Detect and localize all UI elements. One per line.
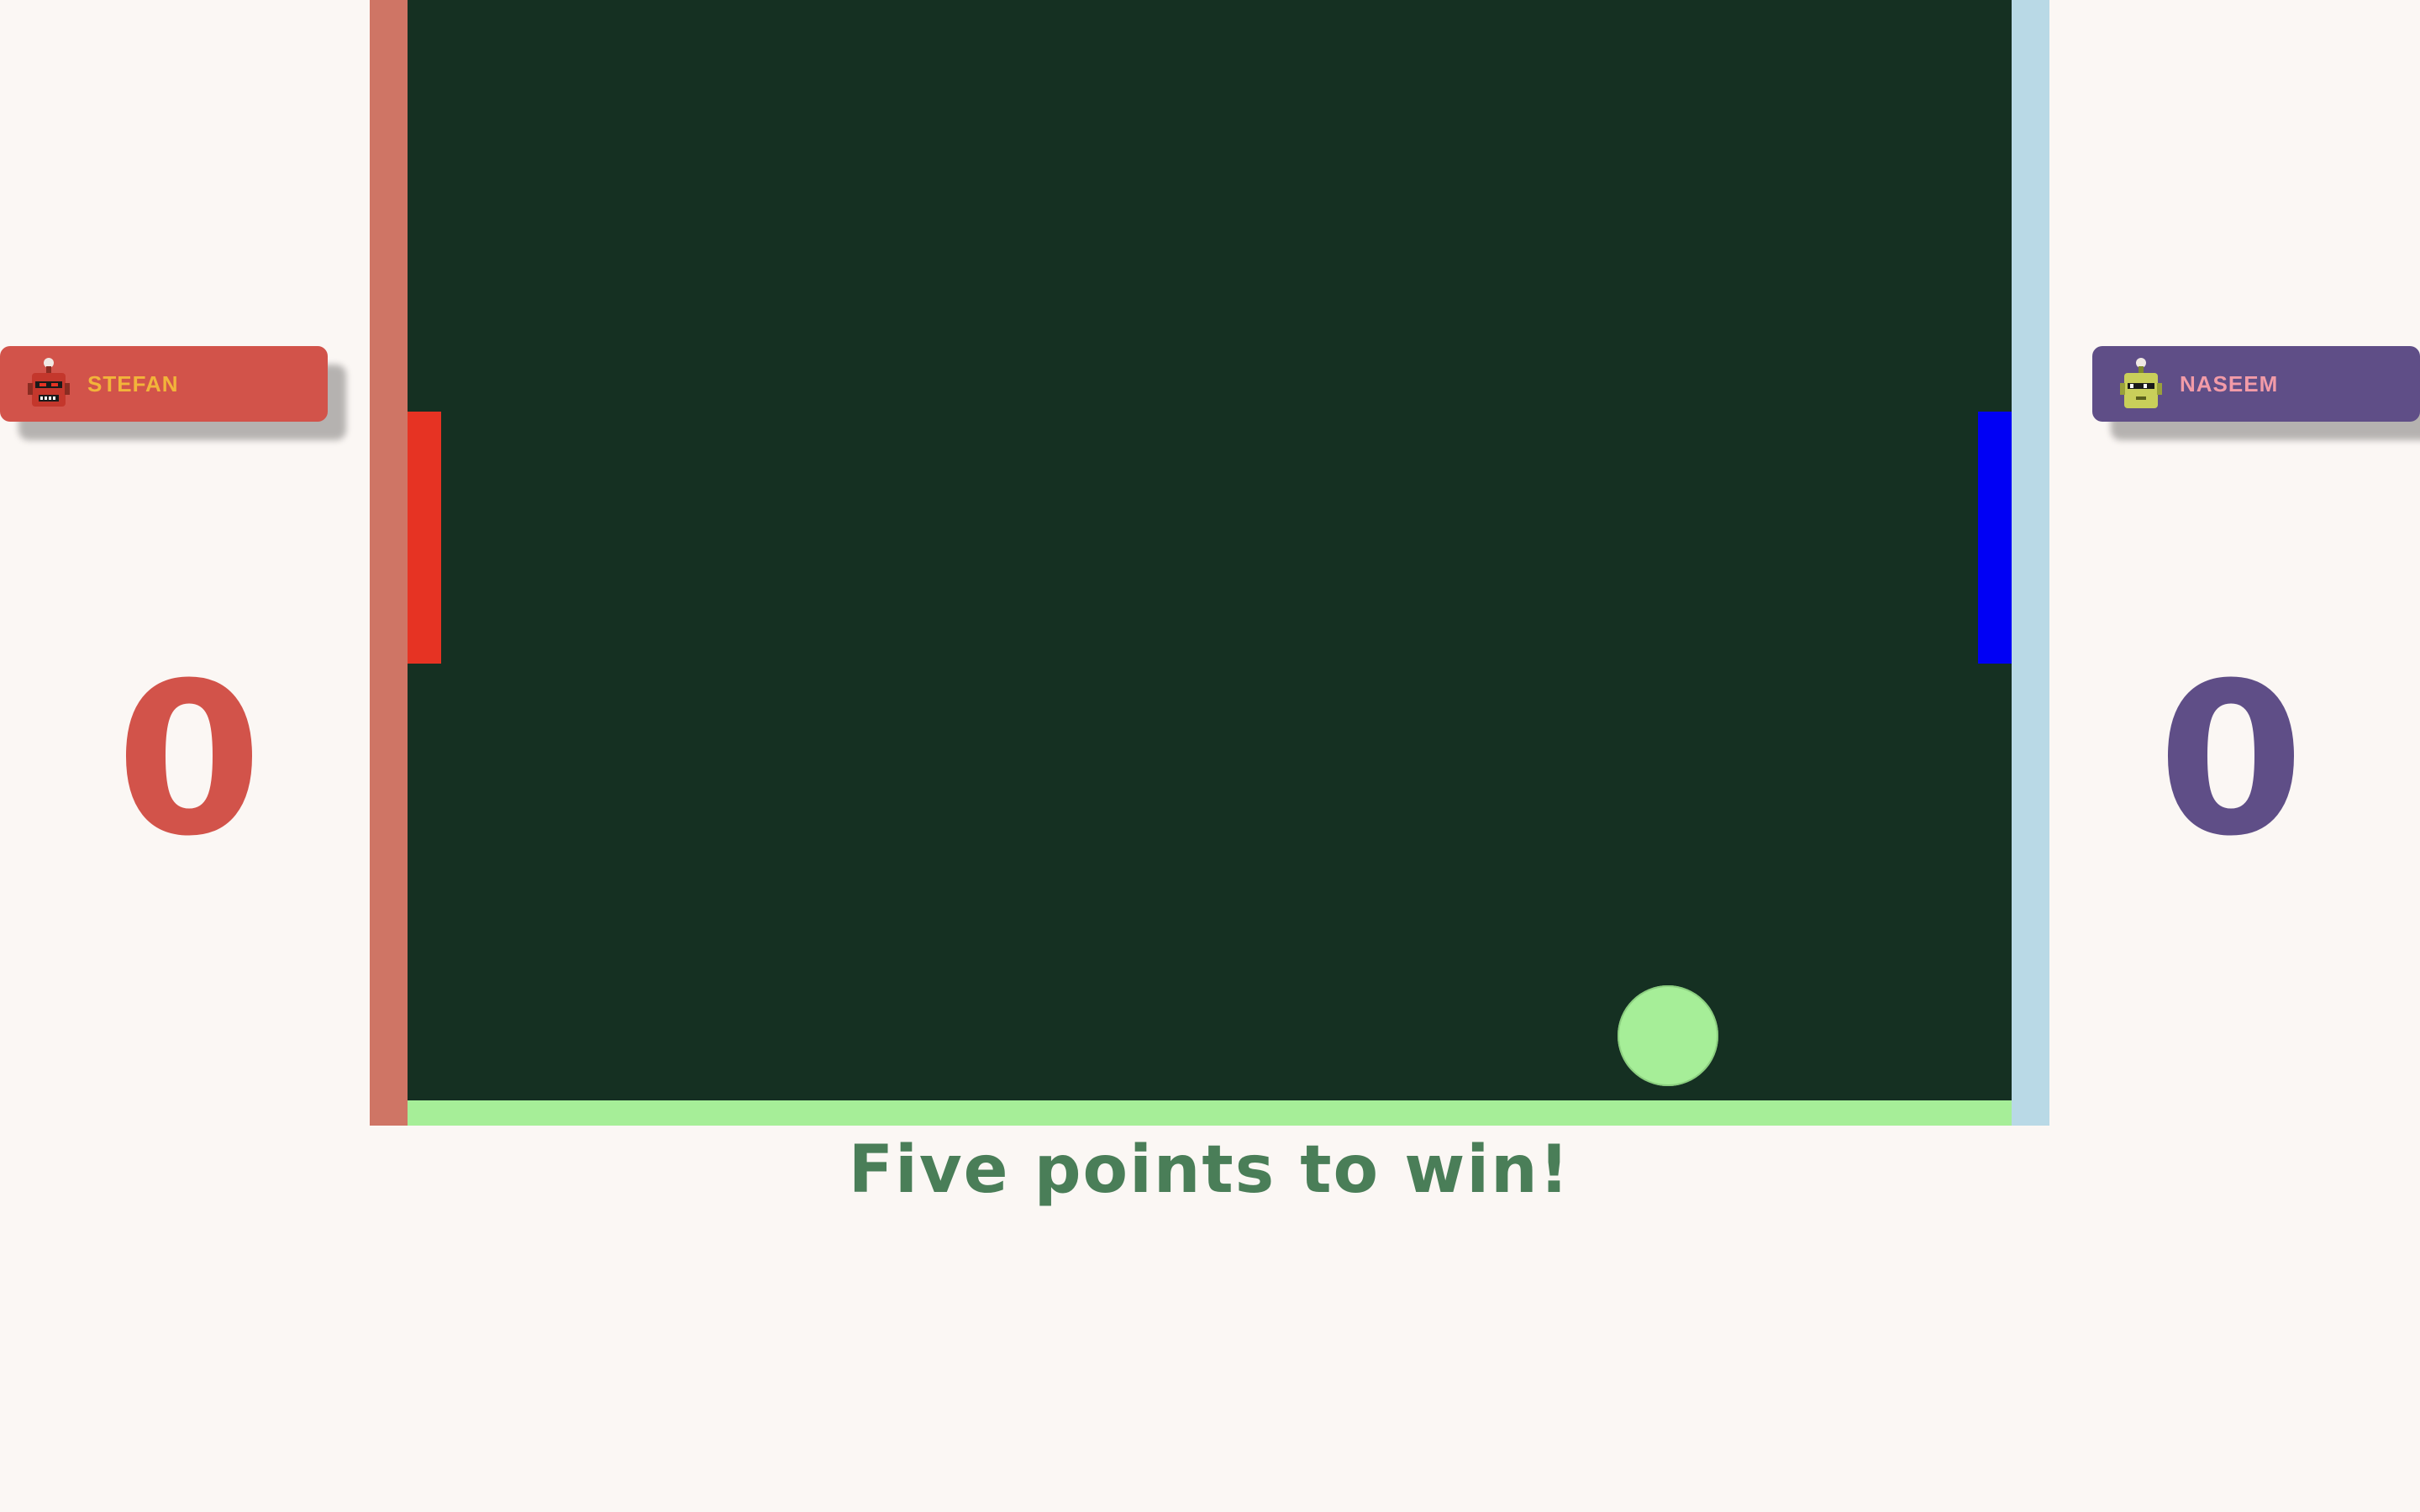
game-field	[370, 0, 2049, 1126]
score-left: 0	[116, 638, 262, 882]
player-card-left: STEFAN	[0, 346, 328, 422]
score-right: 0	[2158, 638, 2304, 882]
player-card-right: NASEEM	[2092, 346, 2420, 422]
right-paddle	[1978, 412, 2012, 664]
player-name-left: STEFAN	[87, 370, 179, 396]
player-name-right: NASEEM	[2180, 370, 2279, 396]
court	[408, 0, 2012, 1100]
yellow-robot-icon	[2120, 358, 2162, 408]
floor	[408, 1100, 2012, 1126]
win-condition-message: Five points to win!	[848, 1132, 1571, 1208]
red-robot-icon	[28, 358, 70, 407]
left-paddle	[408, 412, 441, 664]
ball	[1618, 985, 1718, 1086]
right-wall	[2012, 0, 2049, 1126]
left-wall	[370, 0, 408, 1126]
